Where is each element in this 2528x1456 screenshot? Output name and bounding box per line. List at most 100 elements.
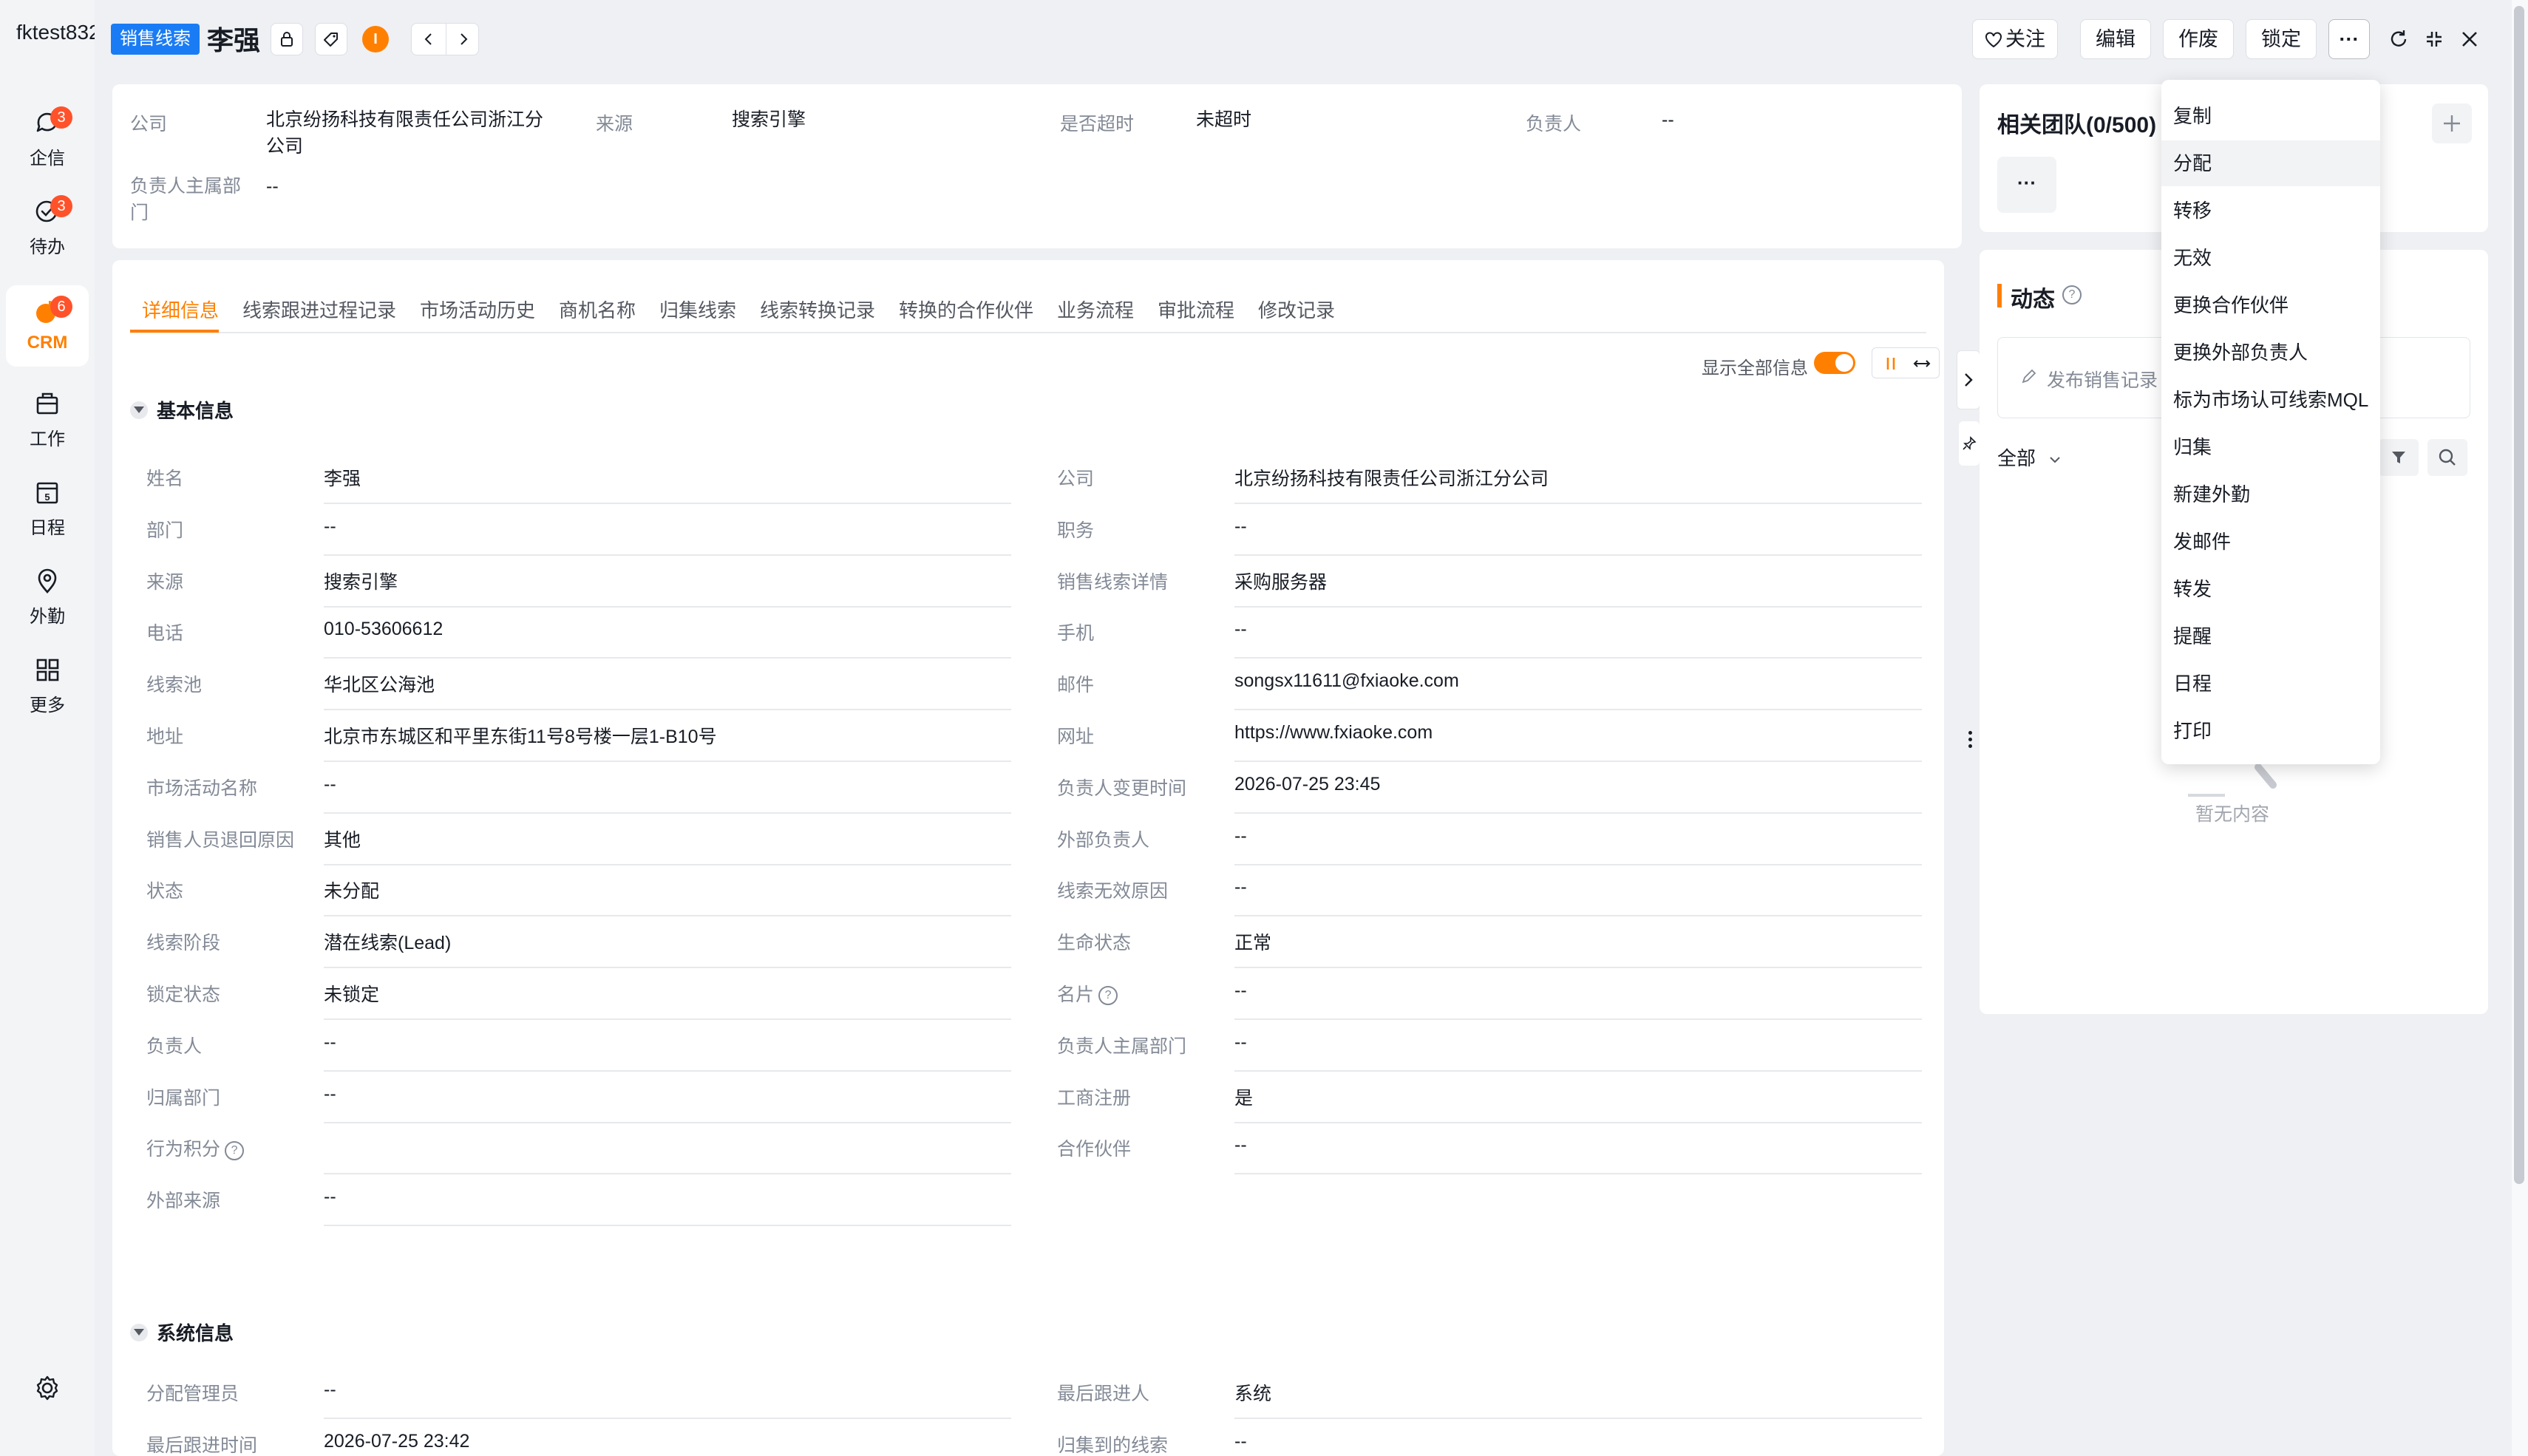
- nav-item-work[interactable]: 工作: [0, 377, 95, 458]
- field-value[interactable]: 正常: [1234, 928, 1271, 955]
- field-value[interactable]: --: [324, 1379, 336, 1401]
- void-button[interactable]: 作废: [2163, 19, 2234, 59]
- tab-business-flow[interactable]: 业务流程: [1057, 296, 1134, 323]
- field-value[interactable]: --: [324, 516, 336, 537]
- field-value[interactable]: --: [1234, 619, 1247, 640]
- tab-change-log[interactable]: 修改记录: [1258, 296, 1335, 323]
- nav-item-more[interactable]: 更多: [0, 643, 95, 724]
- field-value[interactable]: 2026-07-25 23:45: [1234, 774, 1380, 795]
- lock-record-button[interactable]: [271, 23, 303, 55]
- help-icon[interactable]: ?: [1098, 986, 1118, 1006]
- menu-item[interactable]: 无效: [2161, 235, 2380, 281]
- field-value[interactable]: 是: [1234, 1084, 1253, 1110]
- tab-converted-partner[interactable]: 转换的合作伙伴: [899, 296, 1033, 323]
- nav-item-crm[interactable]: 6 CRM: [6, 285, 89, 367]
- menu-item[interactable]: 打印: [2161, 708, 2380, 754]
- prev-record-button[interactable]: [412, 24, 446, 55]
- menu-item[interactable]: 复制: [2161, 93, 2380, 139]
- menu-item[interactable]: 更换合作伙伴: [2161, 282, 2380, 328]
- help-icon[interactable]: ?: [2062, 285, 2082, 305]
- tab-detail[interactable]: 详细信息: [142, 296, 219, 323]
- field-label: 线索阶段: [146, 928, 220, 955]
- more-actions-menu: 复制 分配 转移 无效 更换合作伙伴 更换外部负责人 标为市场认可线索MQL 归集 新建外勤 发邮…: [2161, 80, 2380, 764]
- field-value[interactable]: --: [1234, 877, 1247, 898]
- team-more-button[interactable]: ···: [1997, 157, 2056, 213]
- nav-badge: 3: [50, 195, 72, 217]
- menu-item[interactable]: 新建外勤: [2161, 472, 2380, 517]
- field-value[interactable]: https://www.fxiaoke.com: [1234, 722, 1433, 744]
- tab-conversion-records[interactable]: 线索转换记录: [760, 296, 875, 323]
- field-value[interactable]: 2026-07-25 23:42: [324, 1431, 469, 1452]
- field-value[interactable]: songsx11611@fxiaoke.com: [1234, 670, 1459, 692]
- field-label: 职务: [1057, 516, 1094, 542]
- layout-switch-button[interactable]: [1872, 347, 1940, 378]
- tab-merged-leads[interactable]: 归集线索: [659, 296, 736, 323]
- show-all-toggle[interactable]: [1814, 352, 1855, 374]
- close-icon[interactable]: [2459, 28, 2481, 50]
- help-icon[interactable]: ?: [225, 1140, 245, 1160]
- field-value[interactable]: 北京纷扬科技有限责任公司浙江分公司: [1234, 464, 1549, 491]
- lock-button[interactable]: 锁定: [2246, 19, 2317, 59]
- field-value[interactable]: 其他: [324, 826, 361, 852]
- field-value[interactable]: 北京市东城区和平里东街11号8号楼一层1-B10号: [324, 722, 717, 749]
- filter-button[interactable]: [2379, 439, 2419, 476]
- nav-item-field-work[interactable]: 外勤: [0, 554, 95, 636]
- field-value[interactable]: --: [324, 1186, 336, 1208]
- field-value[interactable]: --: [1234, 1134, 1247, 1156]
- nav-item-chat[interactable]: 3 企信: [0, 96, 95, 177]
- field-value[interactable]: 搜索引擎: [324, 568, 398, 594]
- field-value[interactable]: --: [1234, 1032, 1247, 1053]
- section-basic-info[interactable]: 基本信息: [130, 396, 234, 423]
- field-value[interactable]: --: [324, 1032, 336, 1053]
- menu-item[interactable]: 发邮件: [2161, 519, 2380, 565]
- field-value[interactable]: 未分配: [324, 877, 379, 903]
- field-label-text: 部门: [146, 520, 184, 541]
- tab-campaign-history[interactable]: 市场活动历史: [420, 296, 535, 323]
- next-record-button[interactable]: [446, 24, 480, 55]
- field-value[interactable]: --: [324, 774, 336, 795]
- field-value[interactable]: 010-53606612: [324, 619, 443, 640]
- edit-button[interactable]: 编辑: [2080, 19, 2151, 59]
- tab-approval-flow[interactable]: 审批流程: [1158, 296, 1234, 323]
- menu-item[interactable]: 更换外部负责人: [2161, 330, 2380, 375]
- field-label-text: 电话: [146, 623, 184, 644]
- page-scrollbar-thumb[interactable]: [2514, 6, 2524, 1184]
- field-value[interactable]: 华北区公海池: [324, 670, 435, 697]
- more-actions-button[interactable]: ···: [2328, 19, 2370, 59]
- menu-item[interactable]: 转移: [2161, 188, 2380, 234]
- field-value[interactable]: --: [1234, 980, 1247, 1001]
- activity-filter-select[interactable]: 全部: [1997, 443, 2062, 471]
- field-value[interactable]: 采购服务器: [1234, 568, 1327, 594]
- menu-item[interactable]: 标为市场认可线索MQL: [2161, 377, 2380, 423]
- menu-item[interactable]: 日程: [2161, 661, 2380, 707]
- tenant-name[interactable]: fktest832: [16, 21, 95, 44]
- menu-item[interactable]: 分配: [2161, 140, 2380, 186]
- search-button[interactable]: [2427, 439, 2467, 476]
- settings-gear-icon[interactable]: [34, 1375, 61, 1401]
- field-value[interactable]: --: [1234, 826, 1247, 847]
- field-value[interactable]: --: [324, 1084, 336, 1105]
- tag-button[interactable]: [315, 23, 347, 55]
- field-value[interactable]: 李强: [324, 464, 361, 491]
- add-team-member-button[interactable]: [2432, 103, 2472, 143]
- field-value[interactable]: 系统: [1234, 1379, 1271, 1406]
- pin-button[interactable]: [1959, 421, 1980, 466]
- field-value[interactable]: --: [1234, 1431, 1247, 1452]
- panel-collapse-handle[interactable]: [1957, 350, 1980, 409]
- menu-item[interactable]: 归集: [2161, 424, 2380, 470]
- nav-item-calendar[interactable]: 5 日程: [0, 466, 95, 547]
- avatar[interactable]: I: [362, 26, 389, 52]
- resize-handle-dots-icon[interactable]: [1965, 724, 1974, 754]
- tab-followup-records[interactable]: 线索跟进过程记录: [242, 296, 396, 323]
- menu-item[interactable]: 提醒: [2161, 613, 2380, 659]
- follow-button[interactable]: 关注: [1972, 19, 2058, 59]
- section-system-info[interactable]: 系统信息: [130, 1319, 234, 1346]
- shrink-icon[interactable]: [2423, 28, 2445, 50]
- nav-item-todo[interactable]: 3 待办: [0, 185, 95, 266]
- field-value[interactable]: --: [1234, 516, 1247, 537]
- field-value[interactable]: 潜在线索(Lead): [324, 928, 451, 955]
- menu-item[interactable]: 转发: [2161, 566, 2380, 612]
- refresh-icon[interactable]: [2388, 28, 2410, 50]
- tab-opportunity[interactable]: 商机名称: [559, 296, 636, 323]
- field-value[interactable]: 未锁定: [324, 980, 379, 1007]
